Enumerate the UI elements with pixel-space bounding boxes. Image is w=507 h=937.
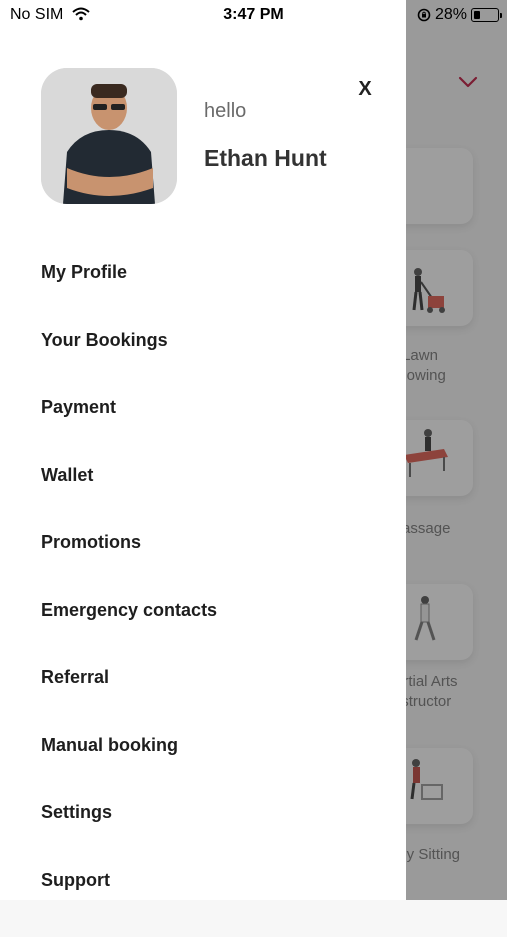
menu-item-manual-booking[interactable]: Manual booking [41,735,381,803]
menu-item-label: Referral [41,667,109,688]
greeting-text: hello [204,100,246,123]
menu-item-support[interactable]: Support [41,870,381,937]
status-bar: No SIM 3:47 PM 28% [0,0,507,30]
menu-item-label: Manual booking [41,735,178,756]
menu-item-label: Support [41,870,110,891]
menu-item-referral[interactable]: Referral [41,667,381,735]
drawer-overlay[interactable] [406,0,507,900]
user-name: Ethan Hunt [204,145,327,172]
menu-item-promotions[interactable]: Promotions [41,532,381,600]
orientation-lock-icon [417,8,431,22]
navigation-drawer: hello Ethan Hunt X My Profile Your Booki… [0,0,406,900]
profile-photo [41,68,177,204]
battery-level [474,11,480,19]
menu-item-label: Emergency contacts [41,600,217,621]
menu-item-settings[interactable]: Settings [41,802,381,870]
battery-percent: 28% [435,6,467,24]
menu-item-payment[interactable]: Payment [41,397,381,465]
menu-item-my-profile[interactable]: My Profile [41,262,381,330]
menu-item-wallet[interactable]: Wallet [41,465,381,533]
menu-item-label: Payment [41,397,116,418]
menu-item-emergency-contacts[interactable]: Emergency contacts [41,600,381,668]
battery-icon [471,8,499,22]
close-button[interactable]: X [352,76,378,102]
menu-item-your-bookings[interactable]: Your Bookings [41,330,381,398]
drawer-menu: My Profile Your Bookings Payment Wallet … [41,262,381,937]
menu-item-label: Wallet [41,465,93,486]
menu-item-label: My Profile [41,262,127,283]
menu-item-label: Settings [41,802,112,823]
battery-cap [500,13,502,18]
menu-item-label: Promotions [41,532,141,553]
menu-item-label: Your Bookings [41,330,168,351]
avatar[interactable] [41,68,177,204]
